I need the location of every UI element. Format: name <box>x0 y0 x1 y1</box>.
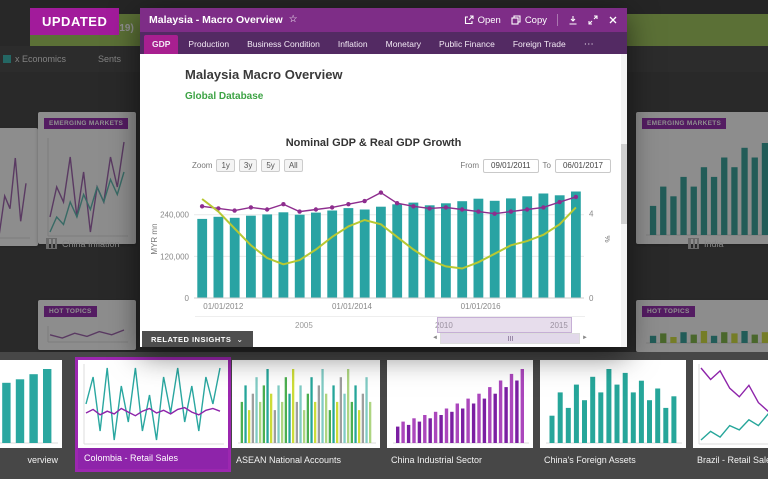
modal-tab-bar: GDP Production Business Condition Inflat… <box>140 32 627 54</box>
modal-title: Malaysia - Macro Overview <box>149 14 283 26</box>
thumbnail-label: China's Foreign Assets <box>544 455 636 465</box>
thumbnail-chart <box>387 360 533 448</box>
vertical-scrollbar[interactable] <box>621 54 627 347</box>
scrollbar-thumb[interactable] <box>441 334 579 343</box>
scroll-right-button[interactable]: ► <box>580 333 590 344</box>
related-insights-button[interactable]: RELATED INSIGHTS ⌄ <box>142 331 253 347</box>
tab-business-condition[interactable]: Business Condition <box>239 35 328 54</box>
from-label: From <box>460 161 480 170</box>
expand-icon <box>588 15 598 25</box>
modal-actions: Open Copy <box>464 14 618 26</box>
thumbnail-chart <box>232 360 380 448</box>
date-range: From 09/01/2011 To 06/01/2017 <box>460 158 611 173</box>
updated-badge: UPDATED <box>30 8 120 35</box>
insight-modal: Malaysia - Macro Overview ☆ Open Copy GD… <box>140 8 627 347</box>
modal-header: Malaysia - Macro Overview ☆ Open Copy <box>140 8 627 32</box>
zoom-3y-button[interactable]: 3y <box>238 159 258 172</box>
insight-thumbnail-selected[interactable]: Colombia - Retail Sales <box>75 357 231 472</box>
navigator-year: 2005 <box>295 321 313 330</box>
expand-button[interactable] <box>588 15 598 25</box>
horizontal-scrollbar[interactable]: ◄ ► <box>430 333 590 344</box>
global-database-link[interactable]: Global Database <box>185 91 263 102</box>
vertical-scrollbar-thumb[interactable] <box>621 144 627 224</box>
scrollbar-track[interactable] <box>440 333 580 344</box>
chart-title: Nominal GDP & Real GDP Growth <box>285 137 462 149</box>
scroll-left-button[interactable]: ◄ <box>430 333 440 344</box>
copy-button-label: Copy <box>524 14 547 26</box>
tab-production[interactable]: Production <box>180 35 237 54</box>
insight-title: Malaysia Macro Overview <box>185 67 343 82</box>
thumbnail-chart <box>0 360 62 448</box>
insight-thumbnail[interactable]: China Industrial Sector <box>387 360 533 465</box>
zoom-5y-button[interactable]: 5y <box>261 159 280 172</box>
navigator-selection[interactable] <box>437 317 572 333</box>
svg-text:MYR mn: MYR mn <box>150 223 159 254</box>
chart-navigator[interactable]: 2005 2010 2015 <box>195 316 585 333</box>
related-insights-label: RELATED INSIGHTS <box>151 334 232 344</box>
svg-text:4: 4 <box>589 210 594 219</box>
svg-text:0: 0 <box>589 294 594 303</box>
svg-text:0: 0 <box>185 294 190 303</box>
insight-thumbnail[interactable]: ASEAN National Accounts <box>232 360 380 465</box>
download-icon <box>569 16 577 25</box>
thumbnail-label: China Industrial Sector <box>391 455 483 465</box>
to-label: To <box>542 161 551 170</box>
thumbnail-chart <box>693 360 768 448</box>
svg-text:01/01/2012: 01/01/2012 <box>203 302 244 311</box>
tab-inflation[interactable]: Inflation <box>330 35 376 54</box>
copy-icon <box>511 15 521 25</box>
close-button[interactable] <box>608 15 618 25</box>
download-button[interactable] <box>568 15 578 25</box>
svg-text:240,000: 240,000 <box>160 211 189 220</box>
from-date-input[interactable]: 09/01/2011 <box>483 158 539 173</box>
chevron-down-icon: ⌄ <box>236 334 244 344</box>
svg-text:120,000: 120,000 <box>160 252 189 261</box>
external-link-icon <box>464 15 474 25</box>
tab-foreign-trade[interactable]: Foreign Trade <box>505 35 574 54</box>
svg-text:01/01/2014: 01/01/2014 <box>332 302 373 311</box>
tab-gdp[interactable]: GDP <box>144 35 179 54</box>
favorite-star-icon[interactable]: ☆ <box>289 15 298 25</box>
svg-text:01/01/2016: 01/01/2016 <box>461 302 502 311</box>
zoom-label: Zoom <box>192 161 213 170</box>
chart-toolbar: Zoom 1y 3y 5y All From 09/01/2011 To 06/… <box>192 158 611 173</box>
modal-content: Malaysia Macro Overview Global Database … <box>140 54 627 347</box>
copy-button[interactable]: Copy <box>511 15 547 26</box>
close-icon <box>609 16 617 24</box>
thumbnail-chart <box>78 360 228 448</box>
divider <box>557 14 558 26</box>
tabs-overflow-button[interactable]: ⋯ <box>578 37 601 54</box>
tab-public-finance[interactable]: Public Finance <box>431 35 503 54</box>
thumbnail-chart <box>540 360 686 448</box>
screen: (19) x Economics Sents ry EMERGING MARKE… <box>0 0 768 479</box>
insight-thumbnail[interactable]: China's Foreign Assets <box>540 360 686 465</box>
to-date-input[interactable]: 06/01/2017 <box>554 158 611 173</box>
related-insights-strip: verview Colombia - Retail Sales ASEAN Na… <box>0 352 768 479</box>
open-button[interactable]: Open <box>464 15 501 26</box>
tab-monetary[interactable]: Monetary <box>378 35 429 54</box>
insight-thumbnail[interactable]: Brazil - Retail Sales <box>693 360 768 465</box>
thumbnail-label: Brazil - Retail Sales <box>697 455 768 465</box>
insight-thumbnail[interactable]: verview <box>0 360 62 465</box>
thumbnail-label: ASEAN National Accounts <box>236 455 342 465</box>
svg-text:%: % <box>603 235 610 242</box>
open-button-label: Open <box>477 14 501 26</box>
zoom-all-button[interactable]: All <box>283 159 303 172</box>
thumbnail-label: verview <box>27 455 58 465</box>
thumbnail-label: Colombia - Retail Sales <box>84 453 179 463</box>
gdp-chart[interactable]: 0 120,000 240,000 0 4 01/01/2012 01/01/2014 01/… <box>148 174 610 312</box>
zoom-1y-button[interactable]: 1y <box>216 159 235 172</box>
